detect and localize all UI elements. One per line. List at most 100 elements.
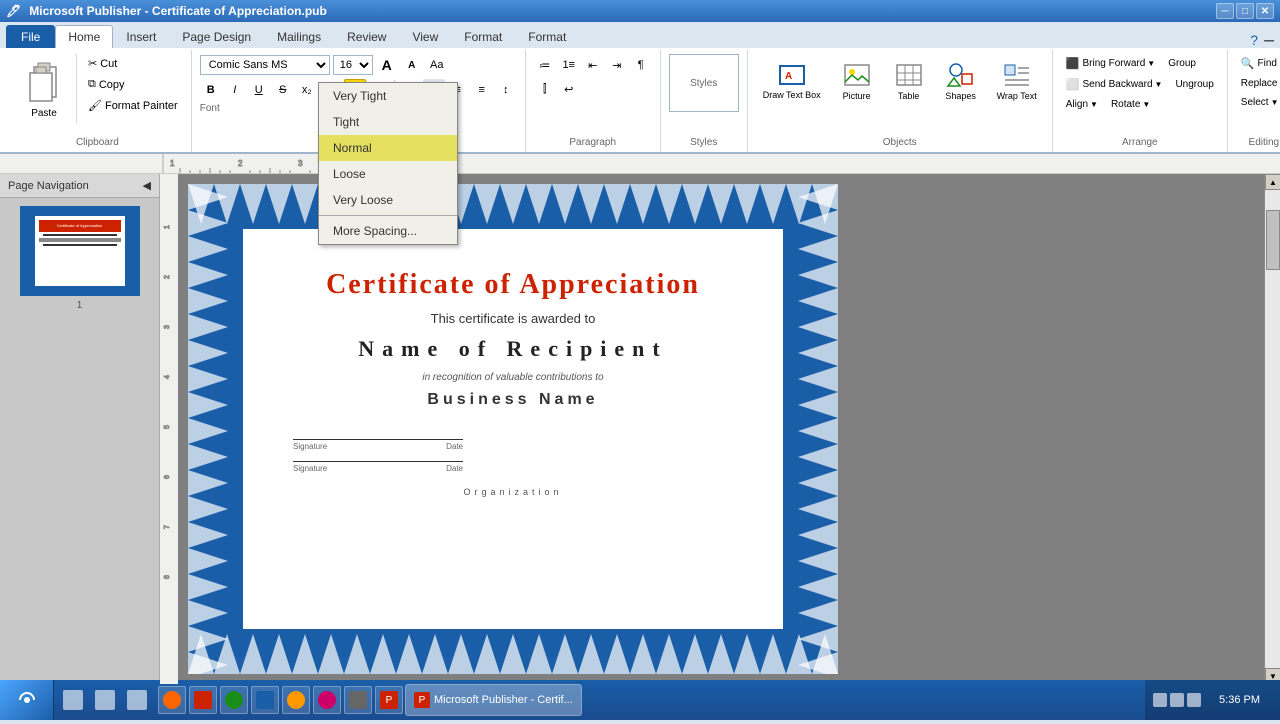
minimize-button[interactable]: ─ <box>1216 3 1234 19</box>
taskbar-icon-3[interactable] <box>122 685 152 715</box>
format-painter-button[interactable]: 🖌 Format Painter <box>83 96 183 115</box>
vertical-scrollbar[interactable]: ▲ ▼ <box>1264 174 1280 684</box>
help-icon[interactable]: ? <box>1250 32 1258 48</box>
send-backward-button[interactable]: ⬜ Send Backward ▼ <box>1061 75 1168 94</box>
taskbar-icon-2[interactable] <box>90 685 120 715</box>
paste-label: Paste <box>31 108 57 119</box>
bullets-button[interactable]: ≔ <box>534 54 556 76</box>
spacing-dropdown-menu: Very Tight Tight Normal Loose Very Loose… <box>318 82 458 245</box>
justify-button[interactable]: ≡ <box>471 79 493 101</box>
find-button[interactable]: 🔍 Find ▼ <box>1236 54 1280 73</box>
spacing-very-loose[interactable]: Very Loose <box>319 187 457 213</box>
grow-font-button[interactable]: A <box>376 54 398 76</box>
main-area: Page Navigation ◀ Certificate of Appreci… <box>0 174 1280 684</box>
tab-format2[interactable]: Format <box>515 25 579 48</box>
decrease-indent-button[interactable]: ⇤ <box>582 54 604 76</box>
taskbar-icon-1[interactable] <box>58 685 88 715</box>
taskbar-publisher-item[interactable]: P Microsoft Publisher - Certif... <box>405 684 582 716</box>
styles-group: Styles Styles <box>661 50 748 152</box>
taskbar-app-5[interactable] <box>282 686 310 714</box>
canvas-area[interactable]: 1 2 3 4 5 6 7 8 <box>160 174 1280 684</box>
cert-subtitle[interactable]: This certificate is awarded to <box>273 311 753 326</box>
strikethrough-button[interactable]: S <box>272 79 294 101</box>
font-size-select[interactable]: 16 <box>333 55 373 75</box>
select-button[interactable]: Select ▼ <box>1236 94 1280 111</box>
font-name-select[interactable]: Comic Sans MS <box>200 55 330 75</box>
tab-format1[interactable]: Format <box>451 25 515 48</box>
subscript-button[interactable]: x₂ <box>296 79 318 101</box>
picture-button[interactable]: Picture <box>834 54 880 106</box>
tab-page-design[interactable]: Page Design <box>169 25 264 48</box>
cert-org[interactable]: Organization <box>273 487 753 497</box>
bold-button[interactable]: B <box>200 79 222 101</box>
tab-review[interactable]: Review <box>334 25 399 48</box>
paste-button[interactable] <box>20 58 68 106</box>
draw-text-box-button[interactable]: A Draw Text Box <box>756 54 828 106</box>
cut-button[interactable]: ✂ Cut <box>83 54 183 73</box>
taskbar-app-7[interactable] <box>344 686 372 714</box>
start-button[interactable] <box>0 680 54 720</box>
styles-gallery[interactable]: Styles <box>669 54 739 112</box>
clear-format-button[interactable]: Aa <box>426 54 448 76</box>
rotate-button[interactable]: Rotate ▼ <box>1106 96 1155 113</box>
taskbar-tray: 5:36 PM <box>1145 680 1280 720</box>
taskbar-app-2[interactable] <box>189 686 217 714</box>
line-spacing-button[interactable]: ↕ <box>495 79 517 101</box>
taskbar-items: P P Microsoft Publisher - Certif... <box>54 680 1145 720</box>
copy-button[interactable]: ⧉ Copy <box>83 75 183 94</box>
close-button[interactable]: ✕ <box>1256 3 1274 19</box>
cert-recognition[interactable]: in recognition of valuable contributions… <box>273 372 753 383</box>
taskbar-app-4[interactable] <box>251 686 279 714</box>
tray-icon-2[interactable] <box>1170 693 1184 707</box>
paint-icon: 🖌 <box>88 99 102 112</box>
cert-business[interactable]: Business Name <box>273 391 753 409</box>
window-minimize-icon[interactable]: ─ <box>1264 32 1274 48</box>
maximize-button[interactable]: □ <box>1236 3 1254 19</box>
tray-icon-1[interactable] <box>1153 693 1167 707</box>
cert-recipient[interactable]: Name of Recipient <box>273 336 753 362</box>
numbering-button[interactable]: 1≡ <box>558 54 580 76</box>
group-button[interactable]: Group <box>1163 54 1201 73</box>
scroll-up-button[interactable]: ▲ <box>1265 174 1280 190</box>
text-direction-button[interactable]: ↩ <box>558 78 580 100</box>
replace-button[interactable]: Replace <box>1236 75 1280 92</box>
table-button[interactable]: Table <box>886 54 932 106</box>
taskbar-app-1[interactable] <box>158 686 186 714</box>
page-thumbnail-1[interactable]: Certificate of Appreciation <box>20 206 140 296</box>
page-nav-collapse-icon[interactable]: ◀ <box>143 179 151 192</box>
sig1-label: Signature <box>293 442 327 451</box>
underline-button[interactable]: U <box>248 79 270 101</box>
spacing-normal[interactable]: Normal <box>319 135 457 161</box>
spacing-very-tight[interactable]: Very Tight <box>319 83 457 109</box>
shapes-button[interactable]: Shapes <box>938 54 984 106</box>
svg-text:5: 5 <box>164 425 171 429</box>
paragraph-label: Paragraph <box>569 137 616 148</box>
tab-insert[interactable]: Insert <box>113 25 169 48</box>
bring-forward-button[interactable]: ⬛ Bring Forward ▼ <box>1061 54 1160 73</box>
spacing-loose[interactable]: Loose <box>319 161 457 187</box>
taskbar-app-3[interactable] <box>220 686 248 714</box>
ribbon-tabs: File Home Insert Page Design Mailings Re… <box>0 22 1280 48</box>
align-button[interactable]: Align ▼ <box>1061 96 1103 113</box>
tab-home[interactable]: Home <box>55 25 113 48</box>
taskbar-app-8[interactable]: P <box>375 686 403 714</box>
wrap-text-button[interactable]: Wrap Text <box>990 54 1044 106</box>
tab-mailings[interactable]: Mailings <box>264 25 334 48</box>
tab-view[interactable]: View <box>399 25 451 48</box>
columns-button[interactable]: ⫿ <box>534 78 556 100</box>
taskbar-app-6[interactable] <box>313 686 341 714</box>
ungroup-button[interactable]: Ungroup <box>1170 75 1218 94</box>
tab-file[interactable]: File <box>6 25 55 48</box>
scroll-track[interactable] <box>1265 190 1280 668</box>
spacing-tight[interactable]: Tight <box>319 109 457 135</box>
paragraph-mark-button[interactable]: ¶ <box>630 54 652 76</box>
scroll-thumb[interactable] <box>1266 210 1280 270</box>
objects-group: A Draw Text Box Picture <box>748 50 1053 152</box>
tray-icon-3[interactable] <box>1187 693 1201 707</box>
cert-title[interactable]: Certificate of Appreciation <box>273 269 753 301</box>
shrink-font-button[interactable]: A <box>401 54 423 76</box>
spacing-more[interactable]: More Spacing... <box>319 218 457 244</box>
italic-button[interactable]: I <box>224 79 246 101</box>
increase-indent-button[interactable]: ⇥ <box>606 54 628 76</box>
window-title: Microsoft Publisher - Certificate of App… <box>29 4 1214 18</box>
